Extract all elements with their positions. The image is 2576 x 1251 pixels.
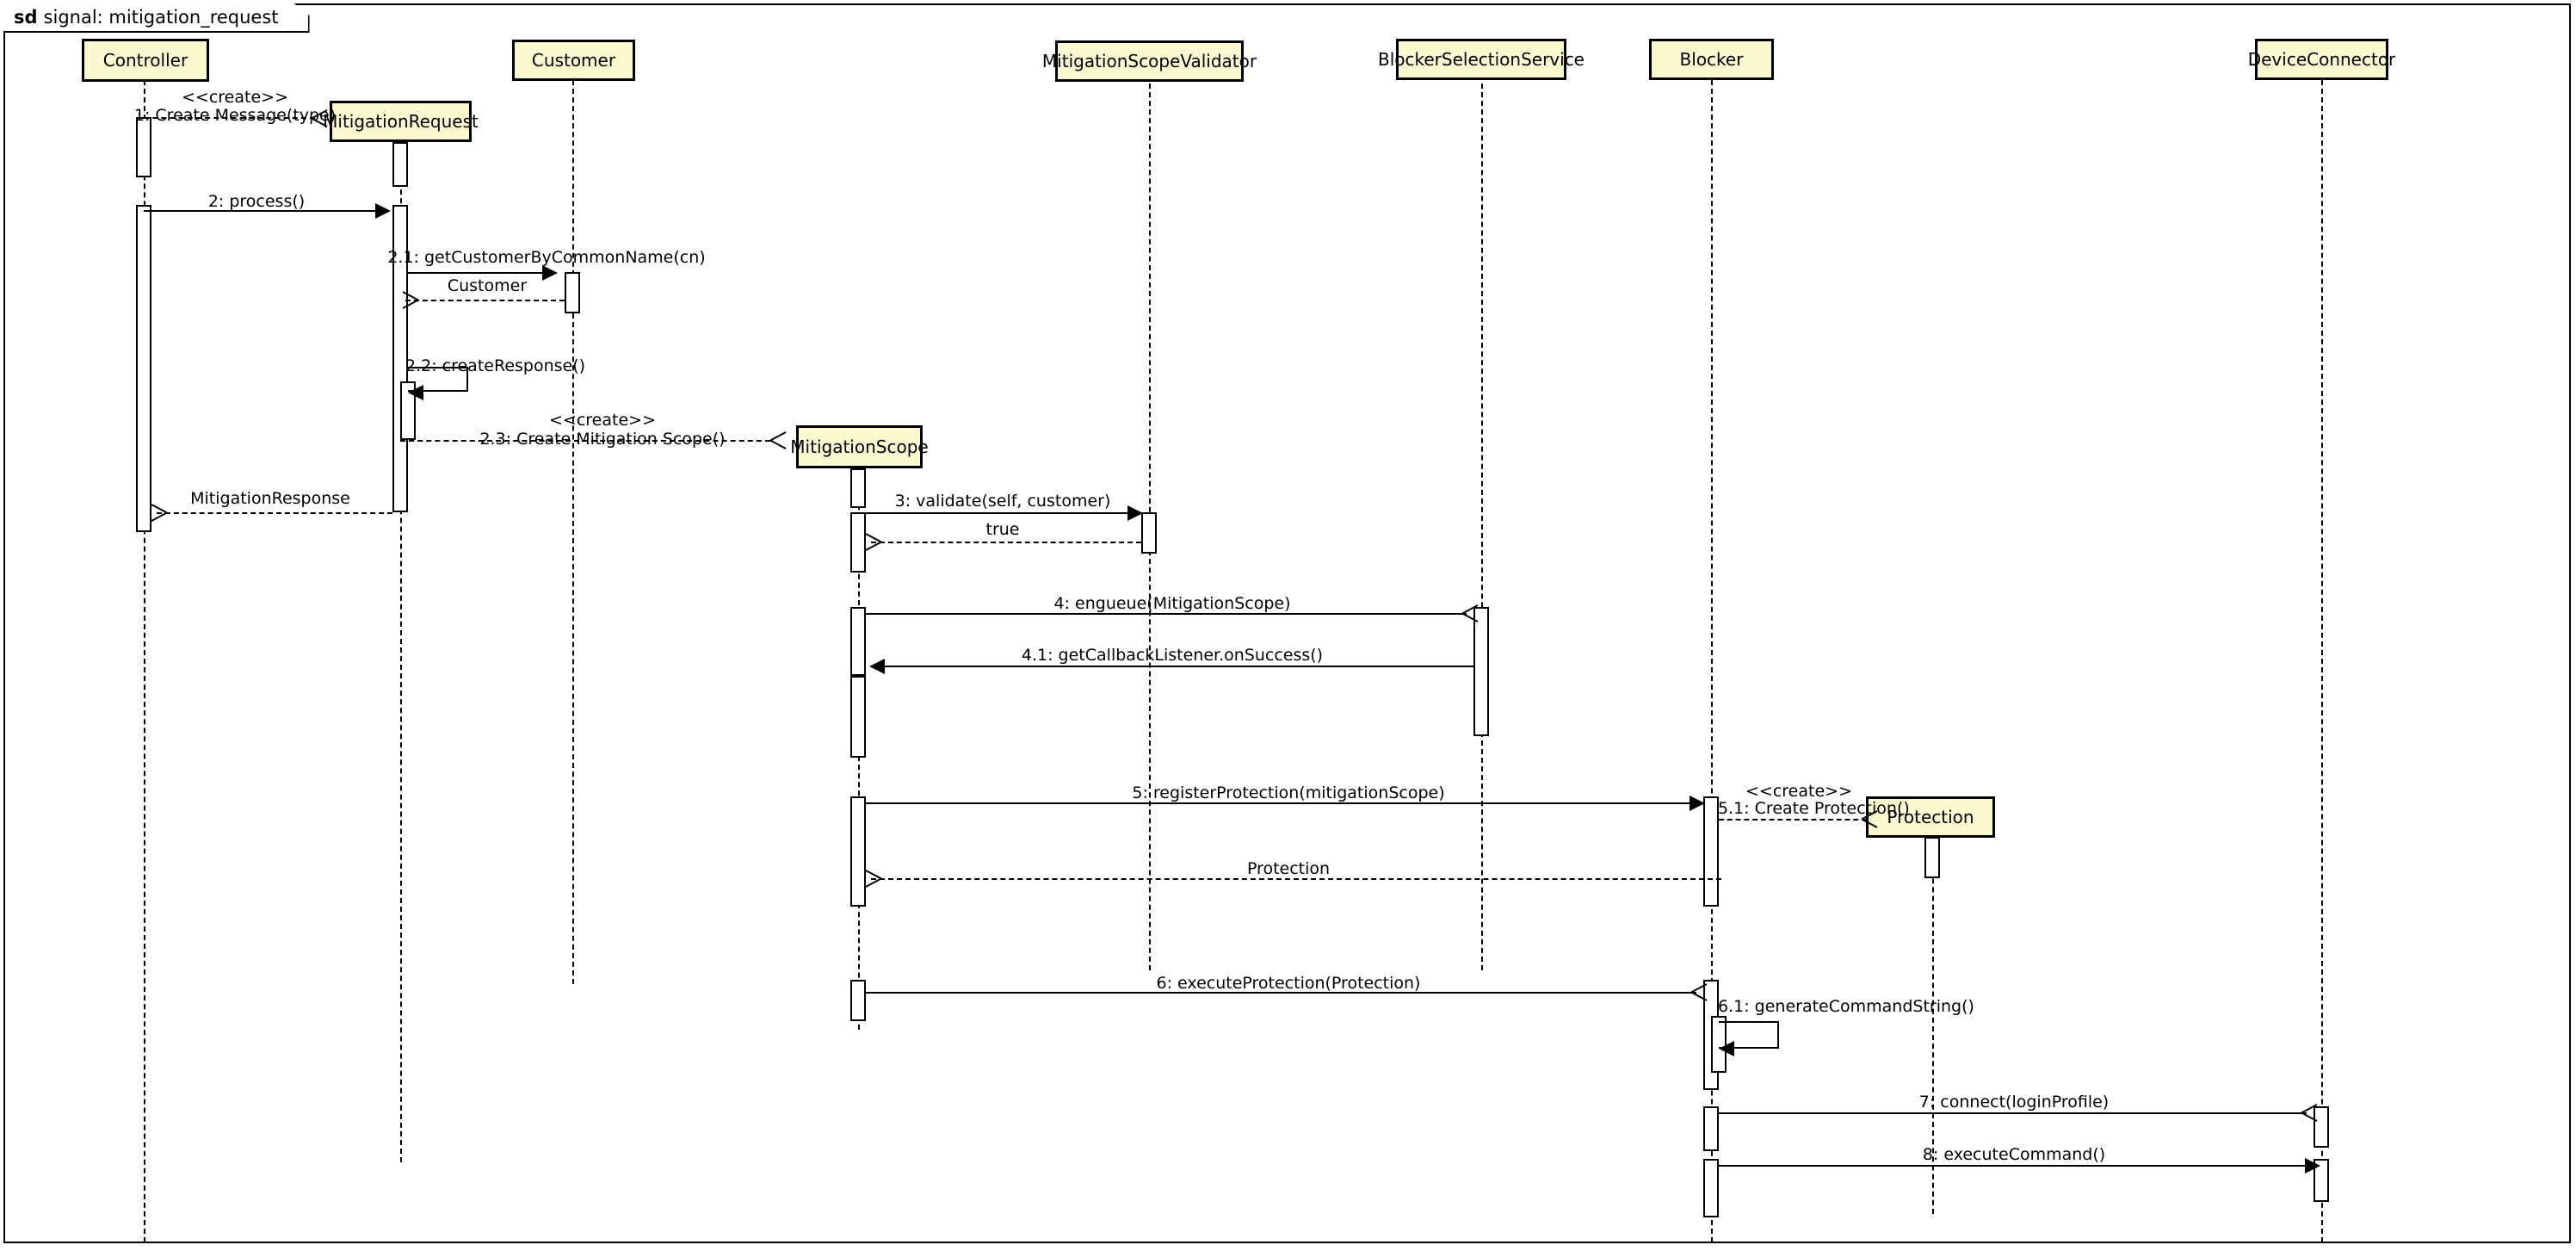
lifeline-label-mitigation-scope: MitigationScope [790, 437, 929, 457]
lifeline-label-mitigation-scope-validator: MitigationScopeValidator [1041, 51, 1257, 71]
lifeline-label-customer: Customer [531, 50, 616, 71]
message-arrowhead-6 [1690, 983, 1705, 1000]
lifeline-label-blocker: Blocker [1679, 49, 1744, 70]
message-label-6: 6: executeProtection(Protection) [1156, 974, 1421, 993]
lifeline-label-controller: Controller [102, 50, 188, 71]
lifeline-head-customer[interactable]: Customer [512, 40, 635, 81]
message-arrowhead-2-return [151, 504, 167, 521]
lifeline-label-device-connector: DeviceConnector [2247, 49, 2396, 70]
message-label-7: 7: connect(loginProfile) [1918, 1093, 2110, 1112]
message-line-3 [866, 512, 1134, 514]
frame-keyword: sd [14, 7, 38, 28]
sequence-diagram-canvas: sd signal: mitigation_request Controller… [0, 0, 2576, 1251]
lifeline-label-blocker-selection-service: BlockerSelectionService [1378, 49, 1585, 70]
activation-customer-1 [565, 272, 580, 313]
frame-title: signal: mitigation_request [43, 7, 279, 28]
diagram-frame [3, 3, 2571, 1243]
message-label-2-1-return: Customer [447, 276, 528, 295]
activation-blocker-selection-service-1 [1473, 607, 1489, 736]
lifeline-head-mitigation-request[interactable]: MitigationRequest [323, 101, 479, 142]
message-label-2-1: 2.1: getCustomerByCommonName(cn) [387, 248, 706, 267]
lifeline-blocker-selection-service [1481, 84, 1483, 970]
message-arrowhead-3 [1127, 505, 1143, 521]
message-line-5-return [871, 878, 1721, 880]
activation-blocker-3 [1703, 1106, 1719, 1151]
activation-mitigation-scope-2 [850, 512, 866, 573]
activation-mitigation-scope-6 [850, 980, 866, 1021]
activation-mitigation-scope-4 [850, 676, 866, 758]
activation-controller-1 [136, 117, 151, 177]
message-label-8: 8: executeCommand() [1922, 1145, 2106, 1164]
message-arrowhead-2-1-return [403, 291, 418, 308]
message-label-2-3: 2.3: Create Mitigation Scope() [479, 430, 726, 449]
message-label-3: 3: validate(self, customer) [894, 492, 1111, 511]
message-arrowhead-2-1 [542, 265, 558, 281]
activation-mitigation-scope-3 [850, 607, 866, 676]
message-arrowhead-5-return [866, 870, 881, 887]
message-line-5-1 [1719, 819, 1867, 821]
message-line-4-1 [873, 666, 1473, 667]
message-arrowhead-5 [1690, 796, 1705, 811]
activation-mitigation-scope-1 [850, 468, 866, 508]
message-label-4: 4: engueue(MitigationScope) [1053, 594, 1291, 613]
message-stereotype-5-1: <<create>> [1745, 782, 1852, 801]
activation-blocker-4 [1703, 1159, 1719, 1217]
message-arrowhead-7 [2300, 1104, 2315, 1121]
lifeline-head-blocker[interactable]: Blocker [1649, 39, 1774, 80]
activation-blocker-1 [1703, 796, 1719, 907]
lifeline-customer [572, 80, 574, 984]
message-arrowhead-4 [1461, 604, 1476, 622]
message-label-2: 2: process() [207, 192, 306, 211]
message-label-5-return: Protection [1246, 859, 1331, 878]
activation-mitigation-scope-5 [850, 796, 866, 907]
lifeline-head-mitigation-scope-validator[interactable]: MitigationScopeValidator [1042, 40, 1257, 82]
message-label-2-2: 2.2: createResponse() [405, 356, 586, 375]
message-line-5 [866, 802, 1696, 804]
message-label-1: 1: Create Message(type) [133, 106, 337, 125]
frame-label: sd signal: mitigation_request [3, 3, 310, 33]
lifeline-head-controller[interactable]: Controller [82, 39, 209, 82]
message-line-2-return [157, 512, 392, 514]
message-label-6-1: 6.1: generateCommandString() [1718, 997, 1974, 1016]
activation-device-connector-1 [2313, 1106, 2329, 1148]
activation-protection-1 [1924, 837, 1940, 878]
message-line-3-return [871, 542, 1141, 543]
message-arrowhead-2 [375, 203, 391, 219]
message-label-3-return: true [985, 520, 1020, 539]
lifeline-head-mitigation-scope[interactable]: MitigationScope [790, 425, 929, 468]
message-label-5-1: 5.1: Create Protection() [1718, 799, 1910, 818]
lifeline-head-blocker-selection-service[interactable]: BlockerSelectionService [1378, 39, 1585, 80]
message-line-7 [1719, 1112, 2307, 1114]
message-label-4-1: 4.1: getCallbackListener.onSuccess() [1021, 646, 1324, 665]
message-arrowhead-8 [2305, 1158, 2320, 1174]
activation-mitigation-request-1 [392, 142, 408, 187]
activation-controller-2 [136, 205, 151, 532]
message-line-2-1 [408, 272, 549, 274]
message-label-5: 5: registerProtection(mitigationScope) [1132, 783, 1445, 802]
lifeline-head-device-connector[interactable]: DeviceConnector [2248, 39, 2395, 80]
lifeline-device-connector [2321, 80, 2323, 1242]
message-line-8 [1719, 1165, 2313, 1167]
message-line-4 [866, 613, 1467, 615]
activation-mitigation-scope-validator-1 [1141, 512, 1157, 554]
message-stereotype-2-3: <<create>> [549, 411, 656, 430]
message-arrowhead-3-return [866, 533, 881, 550]
message-stereotype-1: <<create>> [182, 88, 288, 107]
message-arrowhead-4-1 [869, 659, 885, 674]
message-label-2-return: MitigationResponse [190, 489, 350, 508]
message-arrowhead-2-3 [769, 431, 784, 449]
lifeline-label-mitigation-request: MitigationRequest [323, 111, 479, 132]
message-arrowhead-6-1 [1719, 1041, 1734, 1056]
message-arrowhead-2-2 [408, 385, 423, 400]
message-line-2-1-return [405, 300, 565, 301]
